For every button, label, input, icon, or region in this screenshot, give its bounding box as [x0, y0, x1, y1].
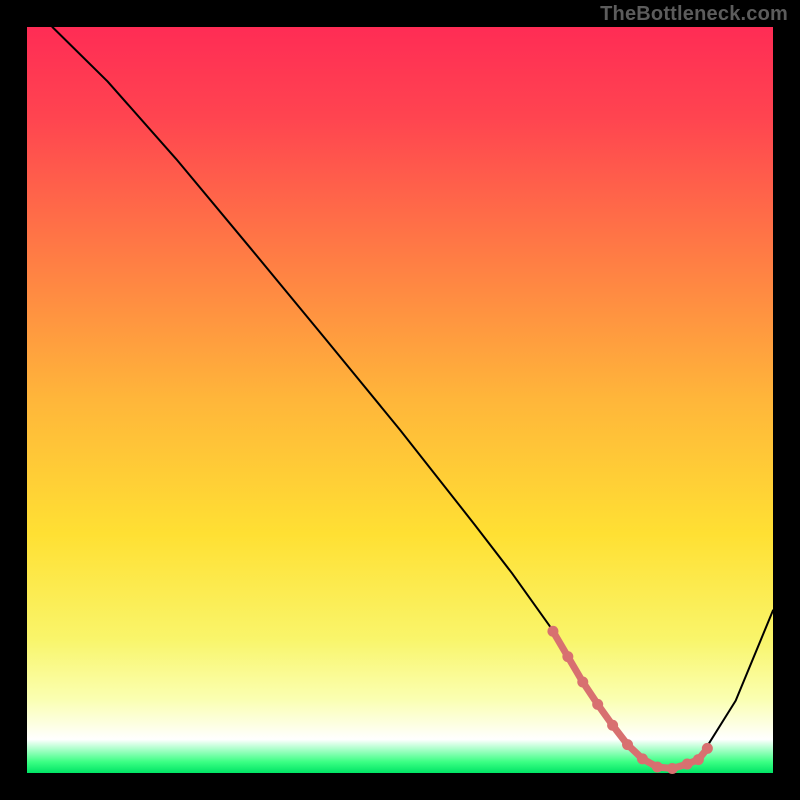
highlight-dot: [652, 762, 663, 773]
highlight-dot: [667, 763, 678, 774]
highlight-dot: [547, 626, 558, 637]
highlight-dot: [693, 754, 704, 765]
highlight-dot: [592, 699, 603, 710]
plot-background: [27, 27, 773, 773]
highlight-dot: [562, 651, 573, 662]
highlight-dot: [622, 739, 633, 750]
highlight-dot: [607, 720, 618, 731]
watermark-text: TheBottleneck.com: [600, 3, 788, 26]
highlight-dot: [702, 743, 713, 754]
highlight-dot: [577, 676, 588, 687]
chart-svg: [0, 0, 800, 800]
highlight-dot: [637, 753, 648, 764]
bottleneck-chart: TheBottleneck.com: [0, 0, 800, 800]
highlight-dot: [682, 759, 693, 770]
